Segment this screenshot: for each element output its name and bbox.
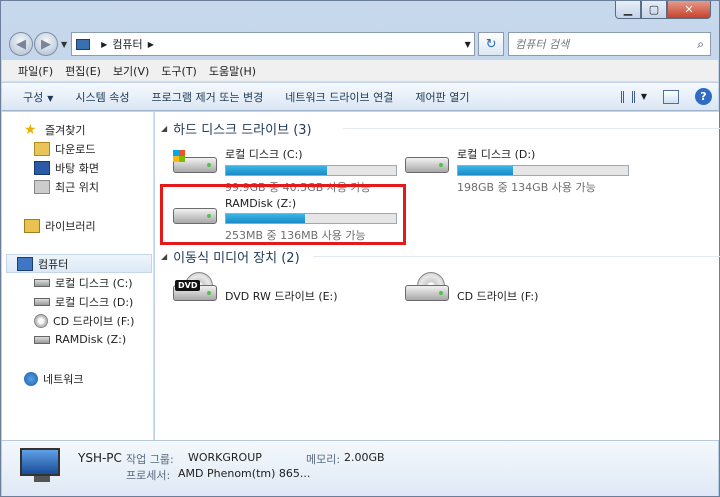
menu-edit[interactable]: 편집(E) [59, 63, 107, 79]
drive-name: 로컬 디스크 (D:) [457, 148, 536, 161]
processor-label: 프로세서: [126, 469, 171, 482]
caption-buttons: ▁ ▢ ✕ [615, 1, 711, 19]
memory-label: 메모리: [306, 453, 341, 466]
nav-downloads[interactable]: 다운로드 [34, 139, 95, 158]
workgroup-value: WORKGROUP [188, 451, 262, 464]
computer-icon [76, 38, 91, 50]
back-button[interactable]: ◀ [9, 32, 33, 56]
content-area: ◢ 하드 디스크 드라이브 (3) 로컬 디스크 (C:) 99.9GB 중 40… [155, 112, 720, 440]
nav-drive-z[interactable]: RAMDisk (Z:) [34, 330, 126, 349]
drive-name: CD 드라이브 (F:) [457, 290, 539, 303]
desktop-icon [34, 160, 50, 175]
usage-bar [225, 165, 397, 176]
navigation-pane: ★ 즐겨찾기 다운로드 바탕 화면 최근 위치 라이브러리 컴퓨터 로컬 디스크 … [2, 112, 154, 440]
uninstall-program-button[interactable]: 프로그램 제거 또는 변경 [141, 89, 275, 105]
pc-name: YSH-PC [78, 451, 122, 465]
memory-value: 2.00GB [344, 451, 385, 464]
hard-drive-icon [34, 297, 50, 306]
drive-name: DVD RW 드라이브 (E:) [225, 290, 338, 303]
recent-pages-dropdown[interactable]: ▼ [61, 40, 67, 49]
address-dropdown[interactable]: ▼ [460, 39, 474, 49]
highlight-box [160, 184, 406, 245]
map-network-drive-button[interactable]: 네트워크 드라이브 연결 [274, 89, 404, 105]
open-control-panel-button[interactable]: 제어판 열기 [404, 89, 480, 105]
command-bar: 구성 ▼ 시스템 속성 프로그램 제거 또는 변경 네트워크 드라이브 연결 제어… [2, 83, 718, 111]
cd-drive-icon [34, 313, 48, 328]
breadcrumb-separator[interactable]: ▶ [148, 40, 154, 49]
nav-computer[interactable]: 컴퓨터 [6, 254, 152, 273]
hard-drive-icon [403, 144, 451, 182]
forward-button[interactable]: ▶ [34, 32, 58, 56]
menu-tools[interactable]: 도구(T) [155, 63, 203, 79]
library-icon [24, 218, 40, 233]
breadcrumb-computer[interactable]: 컴퓨터 [112, 36, 142, 52]
hard-drive-icon [34, 278, 50, 287]
search-icon[interactable]: ⌕ [697, 37, 704, 52]
computer-icon [17, 256, 33, 271]
refresh-button[interactable]: ↻ [478, 32, 505, 56]
system-properties-button[interactable]: 시스템 속성 [64, 89, 140, 105]
group-header-hard-disks[interactable]: ◢ 하드 디스크 드라이브 (3) [161, 118, 720, 138]
hard-drive-icon [34, 335, 50, 344]
dvd-drive-icon: DVD [171, 272, 219, 310]
drive-free-space: 198GB 중 134GB 사용 가능 [457, 181, 596, 194]
address-bar[interactable]: ▶ 컴퓨터 ▶ ▼ [71, 32, 476, 56]
usage-bar [457, 165, 629, 176]
nav-recent[interactable]: 최근 위치 [34, 177, 99, 196]
star-icon: ★ [24, 121, 37, 138]
preview-pane-icon[interactable] [663, 89, 679, 104]
drive-item-d[interactable]: 로컬 디스크 (D:) 198GB 중 134GB 사용 가능 [403, 144, 629, 194]
hard-drive-icon [171, 144, 219, 182]
nav-drive-f[interactable]: CD 드라이브 (F:) [34, 311, 134, 330]
explorer-window: ▁ ▢ ✕ ◀ ▶ ▼ ▶ 컴퓨터 ▶ ▼ ↻ ⌕ 파일(F) 편집(E) 보기… [0, 0, 720, 497]
drive-item-c[interactable]: 로컬 디스크 (C:) 99.9GB 중 40.5GB 사용 가능 [171, 144, 397, 194]
view-options-dropdown[interactable]: ▼ [641, 92, 647, 101]
drive-name: 로컬 디스크 (C:) [225, 148, 303, 161]
menu-bar: 파일(F) 편집(E) 보기(V) 도구(T) 도움말(H) [2, 60, 718, 82]
workgroup-label: 작업 그룹: [126, 453, 174, 466]
organize-button[interactable]: 구성 ▼ [12, 89, 64, 105]
nav-desktop[interactable]: 바탕 화면 [34, 158, 99, 177]
menu-view[interactable]: 보기(V) [107, 63, 155, 79]
nav-drive-d[interactable]: 로컬 디스크 (D:) [34, 292, 133, 311]
folder-icon [34, 141, 50, 156]
menu-help[interactable]: 도움말(H) [203, 63, 262, 79]
windows-logo-icon [173, 150, 185, 162]
change-view-icon[interactable] [620, 90, 635, 103]
search-box[interactable]: ⌕ [508, 32, 711, 56]
cd-drive-icon [403, 272, 451, 310]
menu-file[interactable]: 파일(F) [12, 63, 59, 79]
nav-network[interactable]: 네트워크 [24, 369, 83, 388]
processor-value: AMD Phenom(tm) 865... [178, 467, 311, 480]
close-button[interactable]: ✕ [667, 1, 711, 19]
recent-places-icon [34, 179, 50, 194]
drive-item-f[interactable]: CD 드라이브 (F:) [403, 272, 538, 316]
network-icon [24, 371, 38, 386]
nav-favorites[interactable]: ★ 즐겨찾기 [24, 120, 85, 139]
nav-drive-c[interactable]: 로컬 디스크 (C:) [34, 273, 133, 292]
search-input[interactable] [515, 37, 698, 51]
navigation-bar: ◀ ▶ ▼ ▶ 컴퓨터 ▶ ▼ ↻ ⌕ [9, 31, 711, 57]
help-icon[interactable]: ? [695, 88, 712, 105]
drive-item-e[interactable]: DVD DVD RW 드라이브 (E:) [171, 272, 338, 316]
details-pane: YSH-PC 작업 그룹: WORKGROUP 메모리: 2.00GB 프로세서… [2, 440, 718, 496]
breadcrumb-separator[interactable]: ▶ [101, 40, 107, 49]
group-header-removable[interactable]: ◢ 이동식 미디어 장치 (2) [161, 246, 720, 266]
computer-icon [20, 448, 64, 484]
maximize-button[interactable]: ▢ [641, 1, 667, 19]
nav-libraries[interactable]: 라이브러리 [24, 216, 96, 235]
minimize-button[interactable]: ▁ [615, 1, 641, 19]
